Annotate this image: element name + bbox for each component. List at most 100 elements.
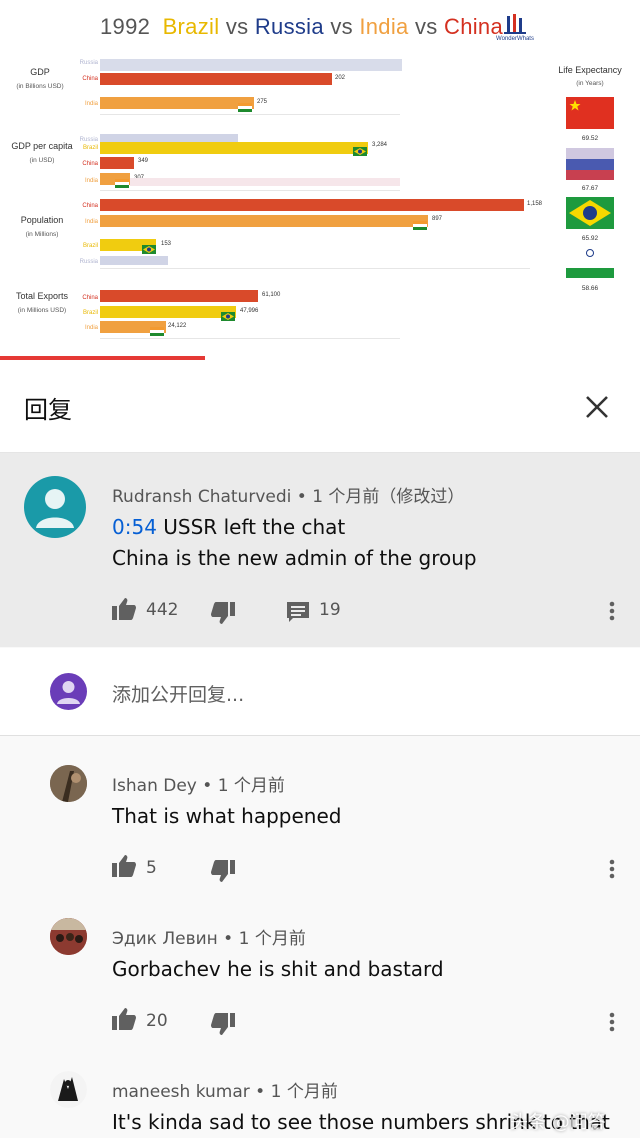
- more-options-icon[interactable]: [609, 1012, 615, 1032]
- timestamp-link[interactable]: 0:54: [112, 515, 157, 539]
- like-count: 20: [146, 1011, 168, 1031]
- bar-value: 897: [432, 216, 443, 222]
- video-player[interactable]: 1992 Brazil vs Russia vs India vs China …: [0, 0, 640, 360]
- gdppc-bar-china: [100, 157, 134, 169]
- channel-logo: WonderWhats: [490, 12, 540, 42]
- comment-author[interactable]: Ishan Dey • 1 个月前: [112, 771, 285, 796]
- replies-title: 回复: [24, 396, 72, 424]
- bar-value: 3,284: [372, 142, 388, 148]
- brazil-flag-icon: [221, 308, 235, 321]
- title-russia: Russia: [254, 14, 324, 39]
- title-brazil: Brazil: [162, 14, 220, 39]
- bar-value: 24,122: [168, 323, 187, 329]
- life-exp-value: 67.67: [581, 185, 599, 192]
- bar-value: 47,996: [240, 308, 259, 314]
- axis-line: [100, 338, 400, 339]
- thumbs-up-icon[interactable]: [112, 598, 136, 625]
- axis-line: [100, 114, 400, 115]
- reply-count: 19: [319, 600, 341, 620]
- row-label: Russia: [79, 259, 98, 265]
- life-exp-value: 65.92: [581, 235, 599, 242]
- comment-author[interactable]: Эдик Левин • 1 个月前: [112, 924, 306, 949]
- like-count: 5: [146, 858, 157, 878]
- title-vs: vs: [225, 14, 249, 39]
- exports-bar-brazil: [100, 306, 236, 318]
- bar-value: 349: [138, 158, 149, 164]
- thumbs-down-icon[interactable]: [211, 1013, 235, 1040]
- comment-author[interactable]: maneesh kumar • 1 个月前: [112, 1077, 338, 1102]
- axis-line: [100, 190, 400, 191]
- thumbs-up-icon[interactable]: [112, 1008, 136, 1035]
- close-icon[interactable]: [582, 392, 612, 422]
- brazil-flag-icon: [353, 143, 367, 156]
- avatar[interactable]: [50, 918, 87, 955]
- row-label: China: [82, 161, 98, 167]
- life-exp-value: 58.66: [581, 285, 599, 292]
- row-label: Russia: [79, 60, 98, 66]
- bar-value: 202: [335, 75, 346, 81]
- title-india: India: [359, 14, 409, 39]
- row-label: China: [82, 295, 98, 301]
- video-title: 1992 Brazil vs Russia vs India vs China: [100, 14, 503, 40]
- bar-value: 1,158: [527, 201, 543, 207]
- comment-text: That is what happened: [112, 804, 342, 828]
- gdp-label: GDP (in Billions USD): [16, 67, 64, 90]
- faded-bar: [130, 178, 400, 186]
- avatar: [50, 673, 87, 710]
- pop-bar-india: [100, 215, 428, 227]
- india-flag-icon: [238, 99, 252, 112]
- like-count: 442: [146, 600, 179, 620]
- axis-line: [100, 268, 530, 269]
- india-flag-icon: [413, 217, 427, 230]
- reply-list: Ishan Dey • 1 个月前 That is what happened …: [0, 736, 640, 1138]
- india-flag-icon: [150, 323, 164, 336]
- replies-header: 回复: [0, 360, 640, 453]
- add-reply-box[interactable]: 添加公开回复...: [0, 648, 640, 736]
- year-label: 1992: [100, 14, 151, 39]
- title-vs: vs: [414, 14, 438, 39]
- pop-bar-russia: [100, 256, 168, 265]
- life-exp-value: 69.52: [581, 135, 599, 142]
- row-label: Brazil: [82, 243, 98, 249]
- row-label: China: [82, 76, 98, 82]
- comment-text: Gorbachev he is shit and bastard: [112, 957, 444, 981]
- row-label: Brazil: [82, 145, 98, 151]
- avatar[interactable]: [50, 1071, 87, 1108]
- more-options-icon[interactable]: [609, 859, 615, 879]
- india-flag-icon: [115, 175, 129, 188]
- row-label: Brazil: [82, 310, 98, 316]
- watermark: 头条 @问答: [510, 1112, 606, 1133]
- brazil-flag-icon: [142, 241, 156, 254]
- thumbs-up-icon[interactable]: [112, 855, 136, 882]
- gdp-bar-russia: [100, 59, 402, 71]
- gdp-bar-india: [100, 97, 254, 109]
- comment-icon[interactable]: [287, 602, 309, 628]
- row-label: Russia: [79, 137, 98, 143]
- gdppc-bar-brazil: [100, 142, 368, 154]
- row-label: India: [84, 101, 98, 107]
- add-reply-input[interactable]: 添加公开回复...: [112, 680, 244, 707]
- pop-bar-china: [100, 199, 524, 211]
- avatar[interactable]: [50, 765, 87, 802]
- bar-value: 275: [257, 99, 268, 105]
- thumbs-down-icon[interactable]: [211, 602, 235, 629]
- row-label: India: [84, 178, 98, 184]
- india-flag-icon: [566, 248, 614, 278]
- exports-bar-china: [100, 290, 258, 302]
- thumbs-down-icon[interactable]: [211, 860, 235, 887]
- china-flag-icon: [507, 200, 521, 209]
- bar-value: 153: [161, 241, 172, 247]
- title-vs: vs: [330, 14, 353, 39]
- logo-text: WonderWhats: [496, 36, 534, 42]
- main-comment: Rudransh Chaturvedi • 1 个月前（修改过） 0:54 US…: [0, 453, 640, 647]
- row-label: India: [84, 219, 98, 225]
- comment-author[interactable]: Rudransh Chaturvedi • 1 个月前（修改过）: [112, 482, 464, 507]
- more-options-icon[interactable]: [609, 601, 615, 621]
- bar-value: 61,100: [262, 292, 281, 298]
- row-label: India: [84, 325, 98, 331]
- russia-flag-icon: [566, 148, 614, 180]
- avatar[interactable]: [24, 476, 86, 538]
- china-flag-icon: [318, 74, 332, 83]
- life-expectancy-title: Life Expectancy (in Years): [558, 65, 622, 87]
- population-label: Population (in Millions): [20, 215, 64, 238]
